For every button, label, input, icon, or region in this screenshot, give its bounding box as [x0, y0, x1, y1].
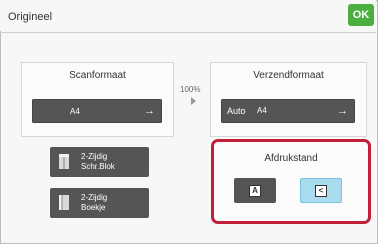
send-size-panel: Verzendformaat Auto A4 →	[210, 62, 367, 137]
send-size-value: A4	[257, 106, 267, 115]
duplex-tablet-label: 2-Zijdig Schr.Blok	[81, 152, 115, 171]
orientation-label: Afdrukstand	[264, 153, 318, 164]
scan-size-value: A4	[70, 107, 80, 116]
title-bar: Origineel OK	[0, 0, 376, 31]
zoom-arrow-icon	[191, 97, 196, 105]
send-size-label: Verzendformaat	[253, 70, 324, 81]
ok-button[interactable]: OK	[348, 4, 374, 26]
page-title: Origineel	[8, 11, 53, 23]
arrow-right-icon: →	[144, 105, 155, 117]
send-size-button[interactable]: Auto A4 →	[221, 99, 355, 123]
scan-size-panel: Scanformaat A4 →	[21, 62, 174, 137]
send-size-mode: Auto	[227, 106, 246, 116]
portrait-orientation-icon: A	[249, 184, 261, 197]
scan-size-label: Scanformaat	[69, 70, 126, 81]
arrow-right-icon: →	[337, 105, 348, 117]
scan-size-button[interactable]: A4 →	[32, 99, 162, 123]
duplex-booklet-label: 2-Zijdig Boekje	[81, 193, 108, 212]
duplex-booklet-button[interactable]: 2-Zijdig Boekje	[50, 188, 149, 218]
zoom-percentage: 100%	[180, 85, 201, 94]
portrait-orientation-button[interactable]: A	[234, 178, 276, 203]
duplex-tablet-button[interactable]: 2-Zijdig Schr.Blok	[50, 147, 149, 177]
title-divider	[0, 32, 376, 33]
booklet-icon	[59, 195, 69, 210]
book-icon	[59, 154, 69, 169]
landscape-orientation-icon: <	[315, 184, 327, 197]
landscape-orientation-button[interactable]: <	[300, 178, 342, 203]
